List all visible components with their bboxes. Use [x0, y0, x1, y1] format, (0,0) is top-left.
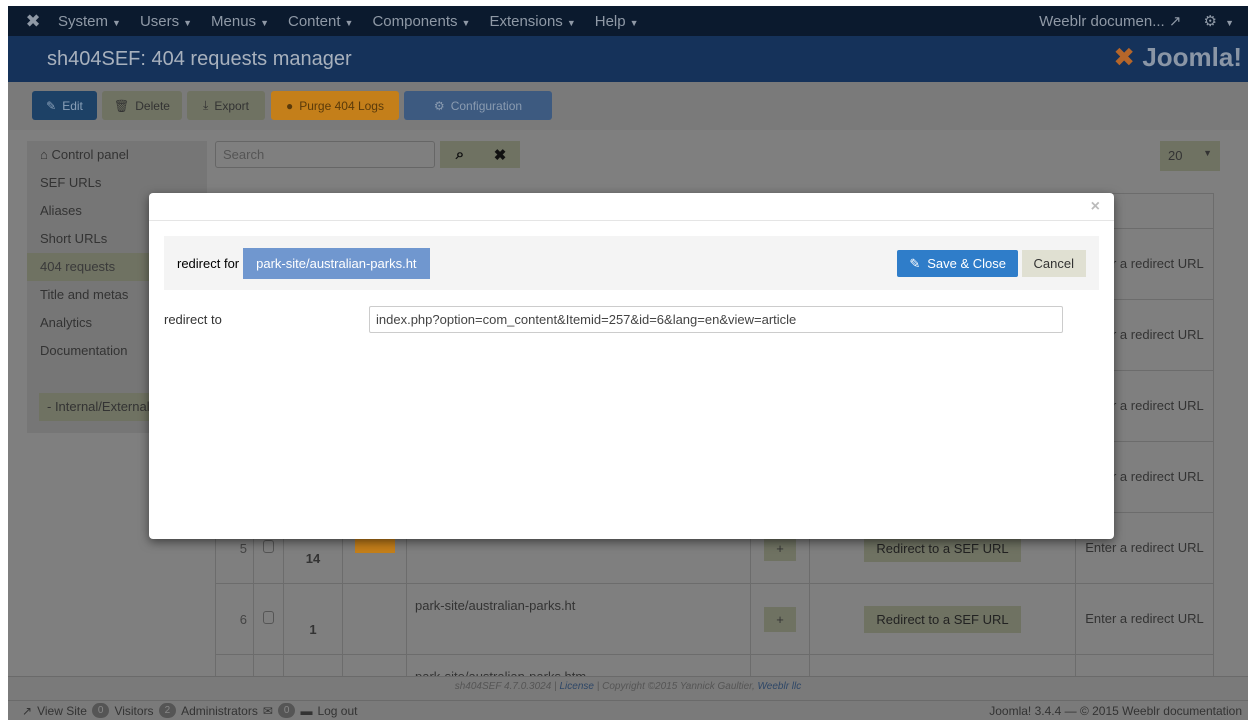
- edit-icon: ✎: [909, 255, 921, 271]
- minus-icon: ▬: [300, 703, 313, 718]
- delete-button[interactable]: 🗑 Delete: [102, 91, 182, 120]
- page-header: sh404SEF: 404 requests manager ✖ Joomla!: [8, 36, 1248, 82]
- mail-icon: ✉: [262, 703, 273, 718]
- purge-icon: ●: [286, 98, 294, 113]
- license-link[interactable]: License: [559, 681, 593, 692]
- admins-badge: 2: [158, 703, 177, 718]
- redirect-for-label: redirect for: [177, 255, 240, 271]
- purge-label: Purge 404 Logs: [299, 98, 384, 113]
- menu-label: System: [58, 12, 109, 30]
- joomla-logo: ✖ Joomla!: [1113, 42, 1242, 72]
- top-navbar: ✖ System ▼ Users ▼ Menus ▼ Content ▼ Compone…: [8, 6, 1248, 36]
- export-label: Export: [214, 98, 249, 113]
- purge-button[interactable]: ● Purge 404 Logs: [271, 91, 399, 120]
- site-link[interactable]: Weeblr documen... ↗: [1039, 12, 1181, 30]
- menu-label: Users: [139, 12, 180, 30]
- menu-extensions[interactable]: Extensions ▼: [489, 13, 575, 30]
- modal-header: ×: [149, 193, 1114, 221]
- redirect-to-input[interactable]: [369, 306, 1063, 333]
- menu-components[interactable]: Components ▼: [372, 13, 470, 30]
- configuration-button[interactable]: ⚙ Configuration: [404, 91, 552, 120]
- save-label: Save & Close: [927, 256, 1006, 271]
- warning-icon: [355, 538, 395, 553]
- list-limit-select[interactable]: 20 ▼: [1160, 141, 1220, 171]
- toolbar: ✎ Edit 🗑 Delete ⤓ Export ● Purge 404 Logs ⚙ C…: [8, 82, 1248, 130]
- edit-label: Edit: [62, 98, 83, 113]
- edit-icon: ✎: [46, 98, 57, 113]
- logout-link[interactable]: Log out: [317, 704, 357, 718]
- visitors-label: Visitors: [114, 703, 154, 718]
- enter-redirect-link[interactable]: Enter a redirect URL: [1075, 583, 1214, 655]
- cancel-button[interactable]: Cancel: [1021, 250, 1086, 277]
- menu-help[interactable]: Help ▼: [595, 13, 639, 30]
- menu-system[interactable]: System ▼: [58, 13, 121, 30]
- redirect-cell: Redirect to a SEF URL: [809, 583, 1076, 655]
- limit-value: 20: [1168, 148, 1183, 163]
- modal-toolbar: redirect for park-site/australian-parks.…: [164, 236, 1099, 290]
- gear-icon[interactable]: ⚙ ▼: [1203, 12, 1234, 30]
- version-info: Joomla! 3.4.4 — © 2015 Weeblr documentat…: [989, 703, 1242, 718]
- page-title: sh404SEF: 404 requests manager: [47, 48, 352, 70]
- redirect-to-label: redirect to: [164, 312, 222, 327]
- view-site-link[interactable]: View Site: [37, 704, 87, 718]
- company-link[interactable]: Weeblr llc: [758, 681, 802, 692]
- save-close-button[interactable]: ✎ Save & Close: [897, 250, 1018, 277]
- url-link[interactable]: park-site/australian-parks.ht: [406, 583, 751, 655]
- messages-badge[interactable]: 0: [277, 703, 296, 718]
- configuration-label: Configuration: [450, 98, 523, 113]
- visitors-badge: 0: [91, 703, 110, 718]
- trash-icon: 🗑: [114, 98, 130, 113]
- table-row: 6 1 park-site/australian-parks.ht + Redi…: [215, 583, 1214, 655]
- hits: 1: [283, 583, 343, 655]
- download-icon: ⤓: [203, 98, 209, 112]
- home-icon: ⌂: [40, 147, 48, 162]
- menu-label: Extensions: [489, 12, 563, 30]
- footer-copyright: sh404SEF 4.7.0.3024 | License | Copyrigh…: [8, 676, 1248, 700]
- status-bar: ↗ View Site 0 Visitors 2 Administrators ✉ 0…: [8, 700, 1248, 720]
- copyright: | Copyright ©2015 Yannick Gaultier,: [596, 681, 755, 692]
- search-icon[interactable]: ⌕: [440, 141, 480, 168]
- menu-menus[interactable]: Menus ▼: [211, 13, 269, 30]
- row-checkbox[interactable]: [253, 583, 284, 655]
- menu-label: Menus: [211, 12, 257, 30]
- external-link-icon: ↗: [22, 703, 33, 718]
- gear-icon: ⚙: [433, 98, 445, 113]
- sidebar-item-control-panel[interactable]: ⌂ Control panel: [27, 141, 207, 169]
- icon-cell: [342, 583, 407, 655]
- sidebar-label: Control panel: [51, 147, 129, 162]
- menu-content[interactable]: Content ▼: [288, 13, 353, 30]
- add-button[interactable]: +: [764, 535, 796, 561]
- menu-users[interactable]: Users ▼: [140, 13, 192, 30]
- redirect-sef-button[interactable]: Redirect to a SEF URL: [864, 605, 1021, 633]
- search-input[interactable]: Search: [215, 141, 435, 168]
- add-button[interactable]: +: [764, 606, 796, 632]
- redirect-for-value: park-site/australian-parks.ht: [243, 247, 430, 279]
- export-button[interactable]: ⤓ Export: [187, 91, 265, 120]
- menu-label: Content: [287, 12, 341, 30]
- add-cell: +: [750, 583, 810, 655]
- menu-label: Components: [372, 12, 458, 30]
- row-number: 6: [215, 583, 254, 655]
- menu-label: Help: [594, 12, 626, 30]
- close-icon[interactable]: ×: [1091, 198, 1100, 216]
- admins-label: Administrators: [181, 703, 258, 718]
- edit-button[interactable]: ✎ Edit: [32, 91, 97, 120]
- joomla-icon[interactable]: ✖: [8, 11, 58, 32]
- clear-icon[interactable]: ✖: [480, 141, 520, 168]
- version: sh404SEF 4.7.0.3024 |: [454, 681, 557, 692]
- site-label: Weeblr documen...: [1039, 13, 1165, 30]
- delete-label: Delete: [135, 98, 170, 113]
- redirect-modal: × redirect for park-site/australian-park…: [149, 193, 1114, 539]
